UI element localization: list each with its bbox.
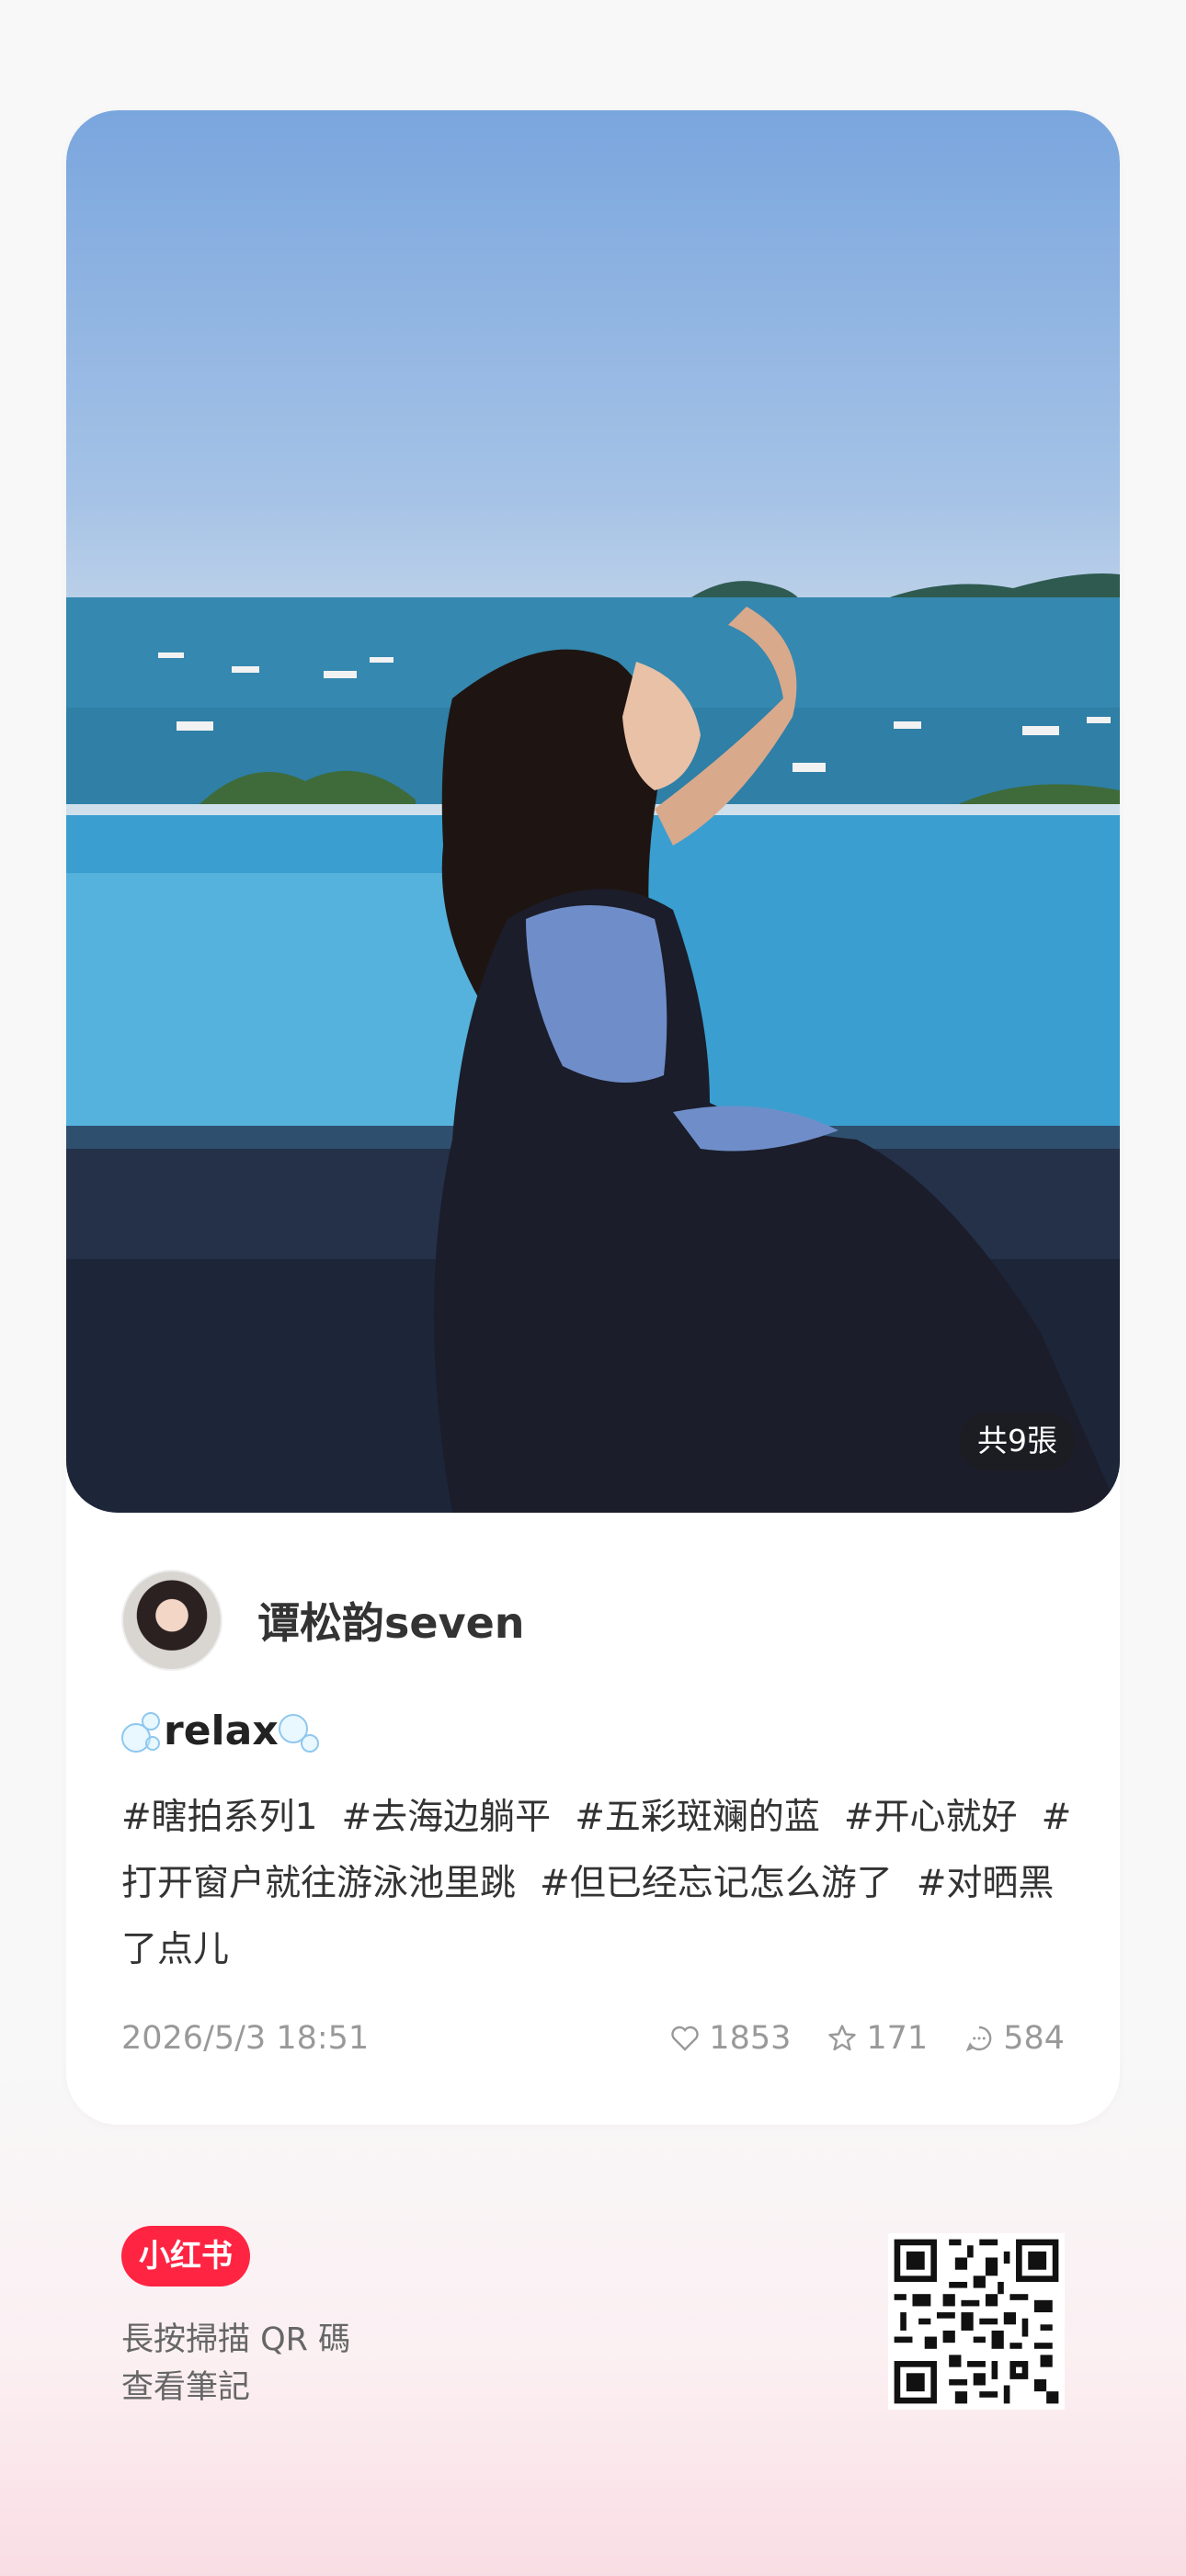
star-icon xyxy=(828,2025,857,2051)
scan-instructions: 長按掃描 QR 碼 查看筆記 xyxy=(121,2316,350,2411)
bubbles-emoji-icon xyxy=(121,1710,164,1753)
qr-code[interactable] xyxy=(888,2233,1065,2410)
note-meta: 2026/5/3 18:51 1853 171 584 xyxy=(121,2015,1065,2061)
post-date: 2026/5/3 18:51 xyxy=(121,2020,370,2057)
xiaohongshu-logo: 小红书 xyxy=(121,2226,250,2287)
tag-link[interactable]: #但已经忘记怎么游了 xyxy=(540,1863,893,1904)
like-count: 1853 xyxy=(709,2020,792,2057)
photo-illustration xyxy=(66,573,1120,1513)
tag-link[interactable]: #去海边躺平 xyxy=(342,1797,552,1838)
comment-count: 584 xyxy=(1003,2020,1065,2057)
author-row[interactable]: 谭松韵seven xyxy=(121,1570,525,1671)
comment-icon xyxy=(965,2026,992,2052)
note-title: relax xyxy=(121,1708,321,1754)
avatar[interactable] xyxy=(121,1570,222,1671)
tag-list: #瞎拍系列1 #去海边躺平 #五彩斑斓的蓝 #开心就好 #打开窗户就往游泳池里跳 #但已经… xyxy=(121,1785,1078,1983)
collect-count: 171 xyxy=(866,2020,929,2057)
tag-link[interactable]: #瞎拍系列1 xyxy=(121,1797,318,1838)
qr-code-image xyxy=(888,2233,1065,2410)
tag-link[interactable]: #五彩斑斓的蓝 xyxy=(575,1797,820,1838)
note-card: 共9張 谭松韵seven relax #瞎拍系列1 #去海边躺平 #五彩斑斓的蓝 #开… xyxy=(66,110,1120,2125)
scan-line-1: 長按掃描 QR 碼 xyxy=(121,2321,351,2358)
like-stat[interactable]: 1853 xyxy=(668,2020,791,2057)
author-name[interactable]: 谭松韵seven xyxy=(257,1590,525,1651)
heart-icon xyxy=(671,2026,699,2051)
comment-stat[interactable]: 584 xyxy=(963,2020,1065,2057)
image-count-badge: 共9張 xyxy=(959,1412,1076,1470)
scan-line-2: 查看筆記 xyxy=(121,2369,251,2406)
collect-stat[interactable]: 171 xyxy=(826,2020,928,2057)
tag-link[interactable]: #开心就好 xyxy=(844,1797,1018,1838)
bubbles-emoji-icon xyxy=(278,1710,321,1753)
note-title-text: relax xyxy=(164,1708,279,1754)
note-photo[interactable]: 共9張 xyxy=(66,110,1120,1513)
